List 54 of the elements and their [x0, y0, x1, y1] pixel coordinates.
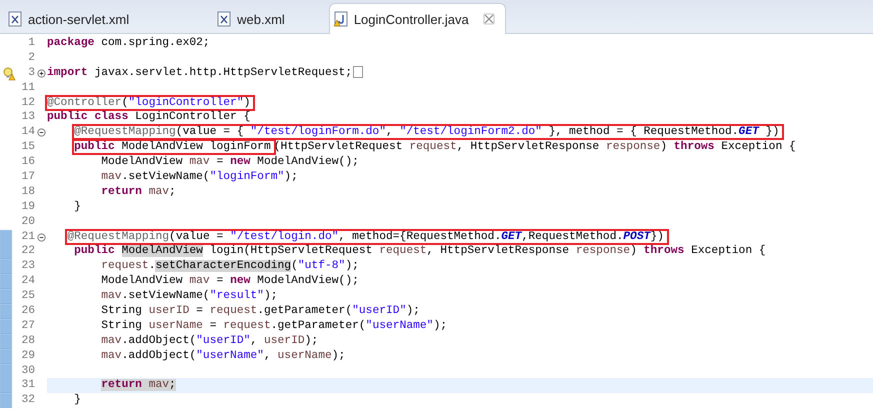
- line-number: 2: [27, 50, 35, 66]
- line-number: 12: [20, 96, 35, 110]
- editor-tab[interactable]: web.xml: [213, 5, 299, 33]
- code-line: @Controller("loginController"): [47, 96, 254, 110]
- line-number: 29: [20, 348, 35, 364]
- code-line: return mav;: [100, 378, 176, 394]
- expand-icon[interactable]: [36, 68, 46, 78]
- line-number: 31: [20, 378, 35, 394]
- lightbulb-warning-icon[interactable]: [2, 66, 16, 81]
- line-number: 24: [20, 274, 35, 290]
- line-number: 23: [20, 259, 35, 274]
- line-number: 16: [20, 155, 35, 170]
- code-line: ModelAndView mav = new ModelAndView();: [100, 274, 359, 290]
- code-line: }: [73, 200, 81, 215]
- line-number: 22: [20, 244, 35, 260]
- code-line: ModelAndView mav = new ModelAndView();: [100, 155, 359, 170]
- collapse-icon[interactable]: [36, 128, 46, 138]
- editor-tab[interactable]: action-servlet.xml: [4, 5, 144, 33]
- code-line: String userID = request.getParameter("userID");: [100, 304, 420, 319]
- line-number: 14: [20, 125, 35, 140]
- code-line: mav.addObject("userID", userID);: [100, 334, 318, 349]
- line-number: 15: [20, 140, 35, 156]
- code-line: String userName = request.getParameter("userName");: [100, 318, 448, 334]
- collapse-icon[interactable]: [36, 232, 46, 242]
- editor-tab[interactable]: LoginController.java: [328, 3, 506, 34]
- code-line: public class LoginController {: [47, 110, 250, 126]
- line-number: 32: [20, 393, 35, 408]
- line-number: 25: [20, 289, 35, 304]
- code-line: mav.addObject("userName", userName);: [100, 348, 346, 364]
- code-line: public ModelAndView login(HttpServletRequest request, HttpServletResponse response) throws Exception {: [73, 244, 766, 260]
- line-number: 20: [20, 214, 35, 230]
- close-icon[interactable]: [482, 13, 495, 25]
- code-line: package com.spring.ex02;: [47, 36, 210, 51]
- code-line: public ModelAndView loginForm (HttpServletRequest request, HttpServletResponse response) throws Exception {: [73, 140, 796, 156]
- line-number: 17: [20, 170, 35, 185]
- line-number: 30: [20, 364, 35, 378]
- code-line: return mav;: [100, 184, 176, 200]
- code-line: request.setCharacterEncoding("utf-8");: [100, 259, 359, 274]
- code-line: @RequestMapping(value = "/test/login.do", method={RequestMethod.GET,RequestMethod.POST}): [47, 230, 667, 244]
- line-number: 1: [27, 36, 35, 51]
- code-line: @RequestMapping(value = { "/test/loginForm.do", "/test/loginForm2.do" }, method = { RequestMethod.GET }): [47, 125, 782, 140]
- line-number: 3: [27, 66, 35, 81]
- line-number: 28: [20, 334, 35, 349]
- line-number: 13: [20, 110, 35, 126]
- code-line: mav.setViewName("loginForm");: [100, 170, 298, 185]
- code-line: import javax.servlet.http.HttpServletRequest;: [47, 66, 364, 81]
- line-number: 27: [20, 318, 35, 334]
- line-number: 18: [20, 184, 35, 200]
- code-line: }: [73, 393, 81, 408]
- line-number: 11: [20, 80, 35, 96]
- line-number: 21: [20, 230, 35, 244]
- line-number: 26: [20, 304, 35, 319]
- code-line: mav.setViewName("result");: [100, 289, 278, 304]
- line-number: 19: [20, 200, 35, 215]
